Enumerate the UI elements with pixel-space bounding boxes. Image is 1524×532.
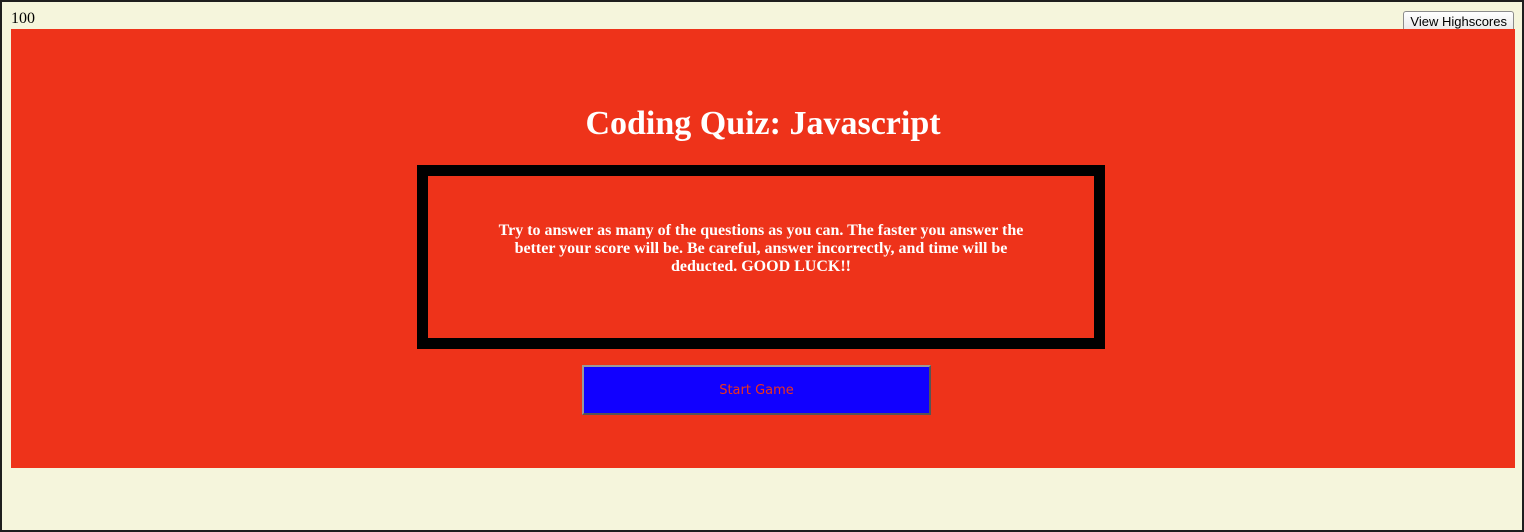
instructions-text: Try to answer as many of the questions a… bbox=[498, 222, 1024, 275]
page-title: Coding Quiz: Javascript bbox=[585, 105, 941, 142]
instructions-box: Try to answer as many of the questions a… bbox=[417, 165, 1105, 349]
quiz-start-panel: Coding Quiz: Javascript Try to answer as… bbox=[11, 29, 1515, 468]
start-game-button[interactable]: Start Game bbox=[582, 365, 931, 415]
timer-display: 100 bbox=[11, 10, 35, 27]
